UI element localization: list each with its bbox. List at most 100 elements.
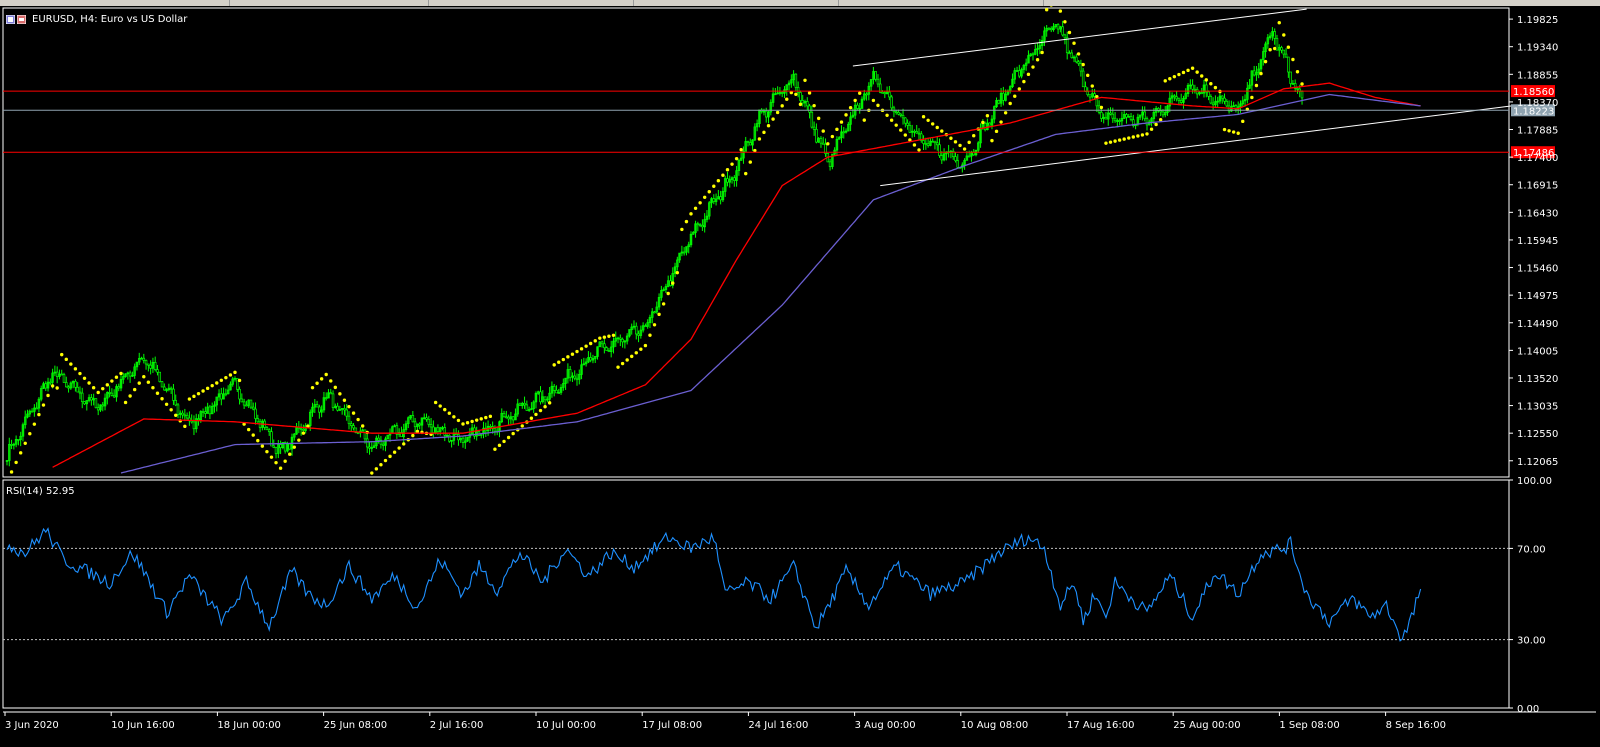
sar-dot <box>392 450 397 454</box>
candle-bearish <box>1191 84 1194 90</box>
sar-dot <box>839 120 844 124</box>
candle-bearish <box>794 73 798 88</box>
sar-dot <box>693 206 698 211</box>
sar-dot <box>1168 77 1172 81</box>
sar-dot <box>205 386 210 391</box>
sar-dot <box>187 397 192 401</box>
candle-bearish <box>997 100 1001 104</box>
candle-bearish <box>746 141 750 143</box>
sar-dot <box>224 375 228 380</box>
candle-bearish <box>619 337 622 340</box>
sar-dot <box>351 411 356 415</box>
sar-dot <box>1254 83 1259 88</box>
candle-bearish <box>712 198 716 202</box>
sar-dot <box>324 372 328 377</box>
sar-dot <box>730 162 734 166</box>
sar-dot <box>342 398 347 402</box>
sar-dot <box>853 98 857 103</box>
rsi-axis-label: 0.00 <box>1517 704 1539 715</box>
sar-dot <box>1222 127 1227 132</box>
candle-bearish <box>904 117 907 124</box>
sar-dot <box>183 424 187 429</box>
sar-dot <box>292 445 296 449</box>
candle-bearish <box>144 360 148 365</box>
candle-bearish <box>44 383 48 389</box>
candle-bearish <box>1145 118 1149 126</box>
candle-bearish <box>1252 70 1256 76</box>
candle-bearish <box>810 111 814 128</box>
candle-bearish <box>1161 111 1165 116</box>
sar-dot <box>484 415 488 420</box>
sar-dot <box>370 471 374 475</box>
candle-bearish <box>637 333 640 336</box>
candle-bearish <box>160 381 164 388</box>
sar-dot <box>493 447 497 451</box>
sar-dot <box>575 349 579 354</box>
sar-dot <box>433 400 438 405</box>
candle-bearish <box>1077 61 1080 64</box>
sar-dot <box>634 351 638 355</box>
price-axis-label: 1.13520 <box>1517 374 1558 385</box>
candle-bearish <box>101 404 105 407</box>
sar-dot <box>1022 79 1026 84</box>
sar-dot <box>1017 87 1022 91</box>
sar-dot <box>570 352 575 356</box>
chart-background <box>0 6 1600 747</box>
sar-dot <box>215 381 219 385</box>
sar-dot <box>1300 82 1304 86</box>
candle-bearish <box>74 380 77 388</box>
candle-bearish <box>1093 93 1096 97</box>
sar-dot <box>402 442 406 446</box>
sar-dot <box>160 397 164 401</box>
sar-dot <box>999 120 1003 124</box>
trading-chart[interactable]: 1.185601.174861.182231.198251.193401.188… <box>0 6 1600 747</box>
sar-dot <box>826 142 830 146</box>
sar-dot <box>1213 85 1218 90</box>
sar-dot <box>50 384 55 388</box>
sar-dot <box>534 412 538 417</box>
candle-bearish <box>555 389 558 394</box>
sar-dot <box>1282 33 1286 37</box>
candle-bearish <box>156 369 159 373</box>
candle-bearish <box>511 416 515 421</box>
sar-dot <box>593 339 597 343</box>
sar-dot <box>1158 118 1163 122</box>
candle-bearish <box>49 381 52 384</box>
sar-dot <box>844 113 848 117</box>
candle-bearish <box>1056 24 1060 30</box>
price-axis-label: 1.15460 <box>1517 264 1558 275</box>
sar-dot <box>775 110 780 115</box>
sar-dot <box>233 370 237 375</box>
sar-dot <box>219 378 224 383</box>
sar-dot <box>602 335 607 339</box>
sar-dot <box>41 403 46 407</box>
sar-dot <box>128 394 132 398</box>
candle-bearish <box>267 429 271 432</box>
sar-dot <box>1286 45 1291 49</box>
candle-bearish <box>1047 27 1051 30</box>
candle-bearish <box>265 427 269 431</box>
sar-dot <box>123 400 128 405</box>
candle-bearish <box>749 142 752 146</box>
candle-bearish <box>938 144 941 156</box>
candle-bearish <box>356 432 360 435</box>
sar-dot <box>288 452 292 456</box>
sar-dot <box>105 383 110 387</box>
sar-dot <box>798 102 803 107</box>
candle-bearish <box>956 160 960 168</box>
trading-icon <box>17 14 26 24</box>
time-axis-label: 10 Jun 16:00 <box>111 720 175 731</box>
candle-bearish <box>153 361 157 370</box>
sar-dot <box>684 219 689 224</box>
candle-bearish <box>1289 71 1292 84</box>
sar-dot <box>18 451 23 455</box>
candle-bearish <box>274 447 278 454</box>
sar-dot <box>926 118 930 123</box>
candle-bearish <box>1049 28 1053 31</box>
sar-dot <box>611 333 616 337</box>
candle-bearish <box>331 393 335 408</box>
candle-bearish <box>1284 53 1288 58</box>
candle-bearish <box>589 357 592 361</box>
candle-bearish <box>888 91 891 98</box>
candle-bearish <box>249 399 253 408</box>
